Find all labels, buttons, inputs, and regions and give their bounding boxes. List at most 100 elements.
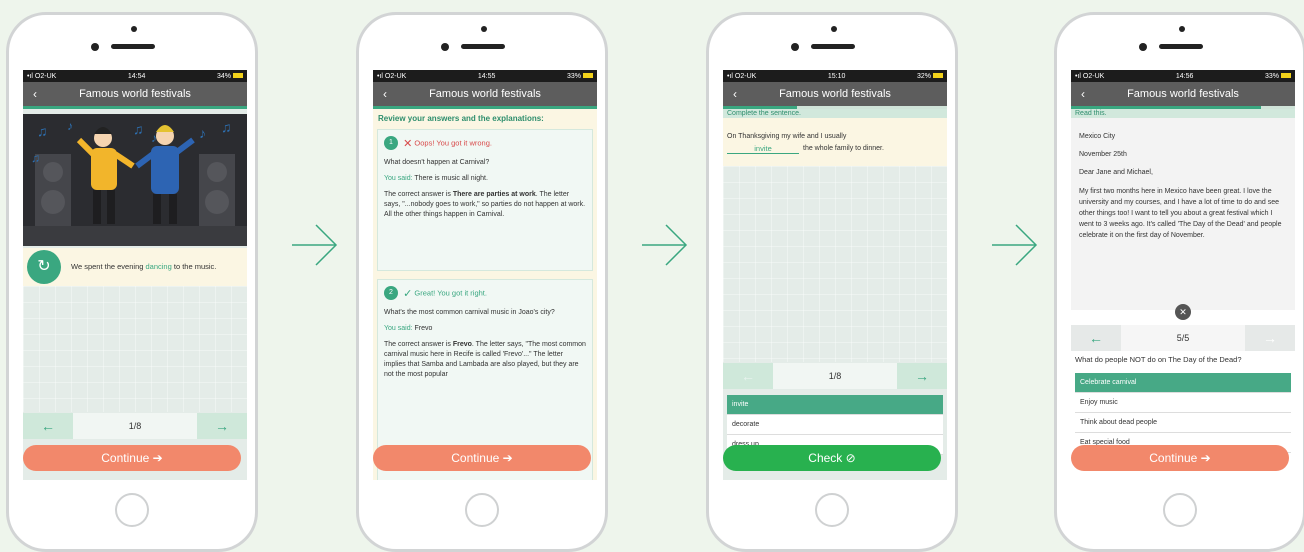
lesson-progress xyxy=(23,106,247,109)
screen-3: •ıl O2-UK 15:10 32% ‹ Famous world festi… xyxy=(723,70,947,480)
svg-text:♪: ♪ xyxy=(199,125,206,141)
battery-icon xyxy=(582,73,593,79)
next-arrow-icon[interactable]: → xyxy=(197,418,247,434)
speaker-grille xyxy=(1159,44,1203,49)
prev-arrow-icon[interactable]: ← xyxy=(23,418,73,434)
decor-background xyxy=(723,166,947,362)
home-button[interactable] xyxy=(1163,493,1197,527)
phone-frame-2: •ıl O2-UK 14:55 33% ‹ Famous world festi… xyxy=(356,12,608,552)
page-indicator: 5/5 xyxy=(1121,325,1245,351)
svg-text:♫: ♫ xyxy=(31,151,40,165)
sentence-card: ↻ We spent the evening dancing to the mu… xyxy=(23,248,247,286)
decor-background xyxy=(23,286,247,412)
dancers-image: ♫ ♪ ♫ ♪ ♪ ♫ ♫ xyxy=(23,119,247,246)
item-number: 2 xyxy=(384,286,398,300)
speaker-grille xyxy=(811,44,855,49)
nav-bar: ‹ Famous world festivals xyxy=(723,82,947,106)
phone-frame-3: •ıl O2-UK 15:10 32% ‹ Famous world festi… xyxy=(706,12,958,552)
screen-1: •ıl O2-UK 14:54 34% ‹ Famous world festi… xyxy=(23,70,247,480)
question-text: What doesn't happen at Carnival? xyxy=(384,159,490,166)
check-button[interactable]: Check ⊘ xyxy=(723,445,941,471)
pager: ← 1/8 → xyxy=(23,413,247,439)
arrow-circle-icon: ➔ xyxy=(502,451,513,465)
signal-icon: •ıl xyxy=(727,72,735,80)
camera-icon xyxy=(131,26,137,32)
close-button[interactable]: ✕ xyxy=(1175,304,1191,320)
status-bar: •ıl O2-UK 14:56 33% xyxy=(1071,70,1295,82)
nav-title: Famous world festivals xyxy=(79,88,191,100)
back-chevron-icon[interactable]: ‹ xyxy=(383,87,387,101)
svg-text:♫: ♫ xyxy=(133,121,144,137)
home-button[interactable] xyxy=(115,493,149,527)
back-chevron-icon[interactable]: ‹ xyxy=(733,87,737,101)
sentence-card: On Thanksgiving my wife and I usually in… xyxy=(723,118,947,166)
clock: 14:55 xyxy=(477,72,496,80)
result-text: Oops! You got it wrong. xyxy=(414,138,492,148)
page-indicator: 1/8 xyxy=(773,363,897,389)
back-chevron-icon[interactable]: ‹ xyxy=(1081,87,1085,101)
option-item[interactable]: Celebrate carnival xyxy=(1075,373,1291,393)
front-sensor xyxy=(1139,43,1147,51)
result-text: Great! You got it right. xyxy=(414,288,487,298)
lesson-progress xyxy=(373,106,597,109)
svg-text:♪: ♪ xyxy=(67,119,73,133)
explanation: The correct answer is Frevo. The letter … xyxy=(384,341,586,378)
signal-icon: •ıl xyxy=(377,72,385,80)
screen-2: •ıl O2-UK 14:55 33% ‹ Famous world festi… xyxy=(373,70,597,480)
battery-icon xyxy=(1280,73,1291,79)
camera-icon xyxy=(1179,26,1185,32)
battery-icon xyxy=(232,73,243,79)
letter-greeting: Dear Jane and Michael, xyxy=(1079,169,1153,176)
checkmark-icon: ✓ xyxy=(403,287,413,300)
review-item-1: 1 ✕ Oops! You got it wrong. What doesn't… xyxy=(377,129,593,271)
option-item[interactable]: Enjoy music xyxy=(1075,393,1291,413)
camera-icon xyxy=(481,26,487,32)
speaker-grille xyxy=(461,44,505,49)
back-chevron-icon[interactable]: ‹ xyxy=(33,87,37,101)
instruction-banner: Read this. xyxy=(1071,109,1295,118)
front-sensor xyxy=(791,43,799,51)
continue-button[interactable]: Continue ➔ xyxy=(1071,445,1289,471)
flow-arrow-icon xyxy=(992,224,1038,266)
flow-arrow-icon xyxy=(292,224,338,266)
svg-text:♫: ♫ xyxy=(37,123,48,139)
status-bar: •ıl O2-UK 14:55 33% xyxy=(373,70,597,82)
home-button[interactable] xyxy=(815,493,849,527)
option-item[interactable]: Think about dead people xyxy=(1075,413,1291,433)
you-said: You said: Frevo xyxy=(384,325,433,332)
home-button[interactable] xyxy=(465,493,499,527)
replay-button[interactable]: ↻ xyxy=(27,250,61,284)
option-item[interactable]: invite xyxy=(727,395,943,415)
continue-button[interactable]: Continue ➔ xyxy=(23,445,241,471)
letter-panel: Mexico City November 25th Dear Jane and … xyxy=(1071,118,1295,310)
arrow-circle-icon: ➔ xyxy=(1200,451,1211,465)
clock: 15:10 xyxy=(827,72,846,80)
question-text: What's the most common carnival music in… xyxy=(384,309,555,316)
speaker-grille xyxy=(111,44,155,49)
next-arrow-icon[interactable]: → xyxy=(1245,330,1295,346)
next-arrow-icon[interactable]: → xyxy=(897,368,947,384)
sentence-end: the whole family to dinner. xyxy=(803,145,884,152)
cross-icon: ✕ xyxy=(403,137,413,150)
check-circle-icon: ⊘ xyxy=(845,451,856,465)
letter-date: November 25th xyxy=(1079,151,1127,158)
nav-title: Famous world festivals xyxy=(779,88,891,100)
option-item[interactable]: decorate xyxy=(727,415,943,435)
screen-4: •ıl O2-UK 14:56 33% ‹ Famous world festi… xyxy=(1071,70,1295,480)
answer-blank[interactable]: invite xyxy=(727,144,799,154)
prev-arrow-icon[interactable]: ← xyxy=(723,368,773,384)
options-list: Celebrate carnival Enjoy music Think abo… xyxy=(1075,373,1291,453)
sentence-text: We spent the evening dancing to the musi… xyxy=(71,262,217,271)
signal-icon: •ıl xyxy=(27,72,35,80)
letter-place: Mexico City xyxy=(1079,133,1116,140)
explanation: The correct answer is There are parties … xyxy=(384,191,586,218)
item-number: 1 xyxy=(384,136,398,150)
status-bar: •ıl O2-UK 14:54 34% xyxy=(23,70,247,82)
dancing-illustration: ♫ ♪ ♫ ♪ ♪ ♫ ♫ xyxy=(23,114,247,246)
camera-icon xyxy=(831,26,837,32)
front-sensor xyxy=(441,43,449,51)
prev-arrow-icon[interactable]: ← xyxy=(1071,330,1121,346)
continue-button[interactable]: Continue ➔ xyxy=(373,445,591,471)
signal-icon: •ıl xyxy=(1075,72,1083,80)
letter-body: My first two months here in Mexico have … xyxy=(1079,188,1282,239)
